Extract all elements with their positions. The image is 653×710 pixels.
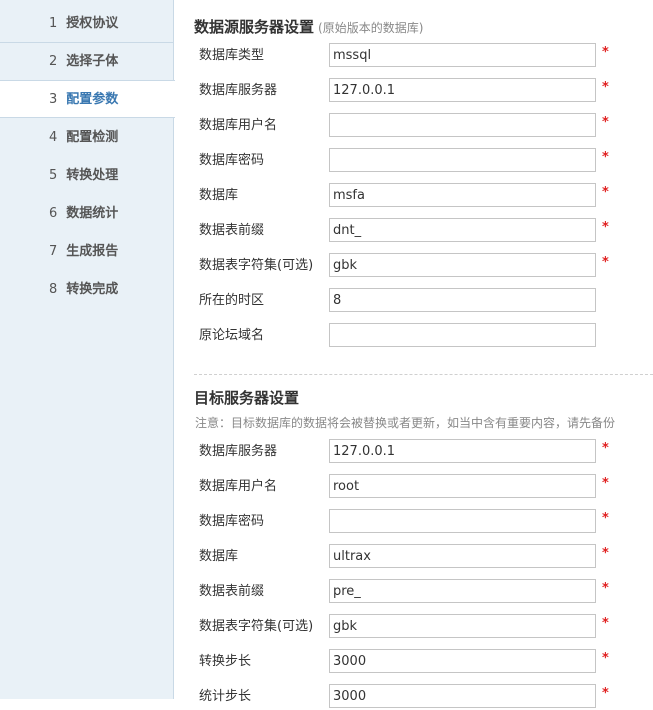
target-db-server-input[interactable] (329, 439, 596, 463)
step-number: 4 (49, 130, 58, 145)
step-number: 8 (49, 282, 58, 297)
source-charset-row: 数据表字符集(可选) * (174, 253, 653, 279)
step-item-complete[interactable]: 8 转换完成 (0, 271, 174, 309)
required-mark: * (602, 220, 609, 235)
field-label: 原论坛域名 (199, 328, 265, 343)
field-label: 数据表前缀 (199, 584, 265, 599)
step-item-report[interactable]: 7 生成报告 (0, 233, 174, 271)
field-label: 数据库 (199, 549, 239, 564)
step-label: 生成报告 (66, 244, 119, 259)
step-item-select-source[interactable]: 2 选择子体 (0, 43, 174, 81)
required-mark: * (602, 546, 609, 561)
source-table-prefix-input[interactable] (329, 218, 596, 242)
step-number: 1 (49, 16, 58, 31)
target-charset-row: 数据表字符集(可选) * (174, 614, 653, 640)
required-mark: * (602, 115, 609, 130)
source-db-name-row: 数据库 * (174, 183, 653, 209)
source-db-type-row: 数据库类型 * (174, 43, 653, 69)
source-charset-input[interactable] (329, 253, 596, 277)
step-label: 配置检测 (66, 130, 119, 145)
step-label: 配置参数 (66, 92, 119, 107)
target-convert-step-row: 转换步长 * (174, 649, 653, 675)
source-db-password-input[interactable] (329, 148, 596, 172)
field-label: 数据库用户名 (199, 118, 278, 133)
source-db-name-input[interactable] (329, 183, 596, 207)
config-form: 数据源服务器设置(原始版本的数据库) 数据库类型 * 数据库服务器 * 数据库用… (174, 0, 653, 708)
required-mark: * (602, 150, 609, 165)
step-number: 5 (49, 168, 58, 183)
target-db-server-row: 数据库服务器 * (174, 439, 653, 465)
source-subtitle: (原始版本的数据库) (318, 21, 424, 35)
step-number: 7 (49, 244, 58, 259)
field-label: 数据库 (199, 188, 239, 203)
step-item-config-check[interactable]: 4 配置检测 (0, 119, 174, 157)
required-mark: * (602, 185, 609, 200)
target-db-password-row: 数据库密码 * (174, 509, 653, 535)
field-label: 数据库服务器 (199, 444, 278, 459)
target-stat-step-row: 统计步长 * (174, 684, 653, 710)
source-title-text: 数据源服务器设置 (194, 18, 315, 36)
field-label: 统计步长 (199, 689, 252, 704)
required-mark: * (602, 616, 609, 631)
step-label: 转换处理 (66, 168, 119, 183)
step-label: 授权协议 (66, 16, 119, 31)
section-divider (194, 374, 653, 375)
target-convert-step-input[interactable] (329, 649, 596, 673)
required-mark: * (602, 651, 609, 666)
field-label: 数据表前缀 (199, 223, 265, 238)
required-mark: * (602, 441, 609, 456)
target-db-name-row: 数据库 * (174, 544, 653, 570)
step-number: 2 (49, 54, 58, 69)
step-item-convert[interactable]: 5 转换处理 (0, 157, 174, 195)
target-notice: 注意：目标数据库的数据将会被替换或者更新，如当中含有重要内容，请先备份 (195, 416, 616, 430)
target-table-prefix-row: 数据表前缀 * (174, 579, 653, 605)
required-mark: * (602, 581, 609, 596)
target-stat-step-input[interactable] (329, 684, 596, 708)
target-charset-input[interactable] (329, 614, 596, 638)
source-db-user-row: 数据库用户名 * (174, 113, 653, 139)
step-label: 数据统计 (66, 206, 119, 221)
step-number: 3 (49, 92, 58, 107)
source-section-title: 数据源服务器设置 (原始版本的数据库) (194, 16, 423, 37)
required-mark: * (602, 255, 609, 270)
source-timezone-input[interactable] (329, 288, 596, 312)
target-db-password-input[interactable] (329, 509, 596, 533)
step-item-license[interactable]: 1 授权协议 (0, 5, 174, 43)
source-forum-domain-input[interactable] (329, 323, 596, 347)
field-label: 数据表字符集(可选) (199, 258, 314, 273)
field-label: 数据库类型 (199, 48, 265, 63)
target-db-user-row: 数据库用户名 * (174, 474, 653, 500)
target-section-title: 目标服务器设置 (194, 389, 300, 407)
source-db-password-row: 数据库密码 * (174, 148, 653, 174)
source-db-user-input[interactable] (329, 113, 596, 137)
step-number: 6 (49, 206, 58, 221)
step-sidebar: 1 授权协议 2 选择子体 3 配置参数 4 配置检测 5 转换处理 6 数据统计 7 生成报… (0, 0, 175, 699)
required-mark: * (602, 80, 609, 95)
source-db-server-row: 数据库服务器 * (174, 78, 653, 104)
target-table-prefix-input[interactable] (329, 579, 596, 603)
required-mark: * (602, 45, 609, 60)
required-mark: * (602, 511, 609, 526)
field-label: 数据库密码 (199, 153, 265, 168)
step-label: 转换完成 (66, 282, 119, 297)
field-label: 数据库服务器 (199, 83, 278, 98)
target-db-name-input[interactable] (329, 544, 596, 568)
source-db-type-input[interactable] (329, 43, 596, 67)
step-item-statistics[interactable]: 6 数据统计 (0, 195, 174, 233)
source-table-prefix-row: 数据表前缀 * (174, 218, 653, 244)
source-timezone-row: 所在的时区 (174, 288, 653, 314)
required-mark: * (602, 476, 609, 491)
field-label: 转换步长 (199, 654, 252, 669)
source-db-server-input[interactable] (329, 78, 596, 102)
field-label: 所在的时区 (199, 293, 265, 308)
field-label: 数据表字符集(可选) (199, 619, 314, 634)
field-label: 数据库用户名 (199, 479, 278, 494)
source-forum-domain-row: 原论坛域名 (174, 323, 653, 349)
target-db-user-input[interactable] (329, 474, 596, 498)
step-item-config-params[interactable]: 3 配置参数 (0, 80, 175, 118)
field-label: 数据库密码 (199, 514, 265, 529)
step-label: 选择子体 (66, 54, 119, 69)
